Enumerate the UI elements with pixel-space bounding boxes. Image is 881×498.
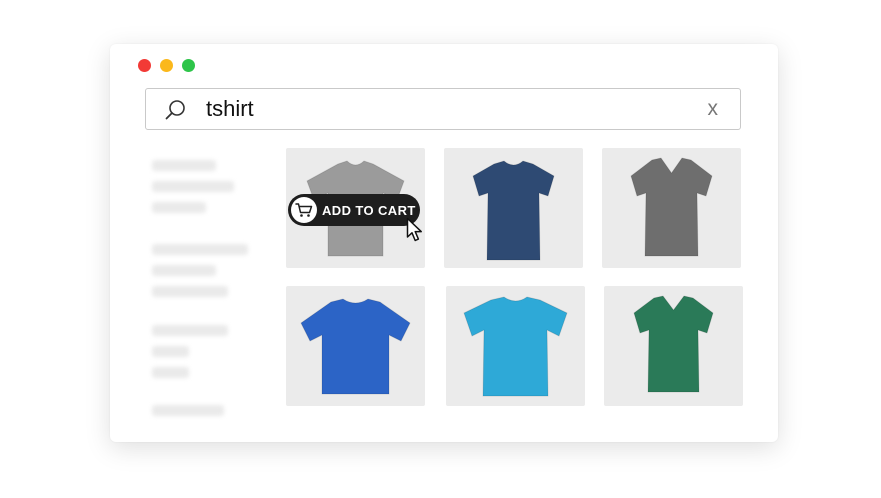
browser-window: x: [110, 44, 778, 442]
sidebar-placeholder-line: [152, 367, 189, 378]
add-to-cart-button[interactable]: ADD TO CART: [288, 194, 420, 226]
search-bar: x: [145, 88, 741, 130]
cart-icon: [295, 203, 313, 217]
maximize-window-dot[interactable]: [182, 59, 195, 72]
product-card-royal-blue-tshirt[interactable]: [286, 286, 425, 406]
clear-search-button[interactable]: x: [708, 97, 719, 121]
product-card-navy-tshirt[interactable]: [444, 148, 583, 268]
cart-icon-badge: [291, 197, 317, 223]
tshirt-image: [472, 160, 555, 261]
sidebar-placeholder-line: [152, 405, 224, 416]
sidebar-placeholder-line: [152, 346, 189, 357]
sidebar-placeholder-line: [152, 181, 234, 192]
tshirt-image: [300, 298, 411, 395]
pointer-cursor-icon: [406, 217, 422, 242]
product-card-grey-vneck-tshirt[interactable]: [602, 148, 741, 268]
minimize-window-dot[interactable]: [160, 59, 173, 72]
tshirt-image: [630, 157, 713, 257]
sidebar-filters-placeholder: [150, 158, 260, 428]
search-input[interactable]: [206, 95, 686, 123]
product-card-light-blue-tshirt[interactable]: [446, 286, 585, 406]
sidebar-placeholder-line: [152, 244, 248, 255]
sidebar-placeholder-line: [152, 286, 228, 297]
search-icon: [165, 100, 185, 120]
tshirt-image: [633, 295, 714, 393]
product-card-green-vneck-tshirt[interactable]: [604, 286, 743, 406]
sidebar-placeholder-line: [152, 265, 216, 276]
sidebar-placeholder-line: [152, 202, 206, 213]
tshirt-image: [463, 296, 568, 397]
add-to-cart-label: ADD TO CART: [322, 203, 416, 218]
sidebar-placeholder-line: [152, 160, 216, 171]
sidebar-placeholder-line: [152, 325, 228, 336]
close-window-dot[interactable]: [138, 59, 151, 72]
